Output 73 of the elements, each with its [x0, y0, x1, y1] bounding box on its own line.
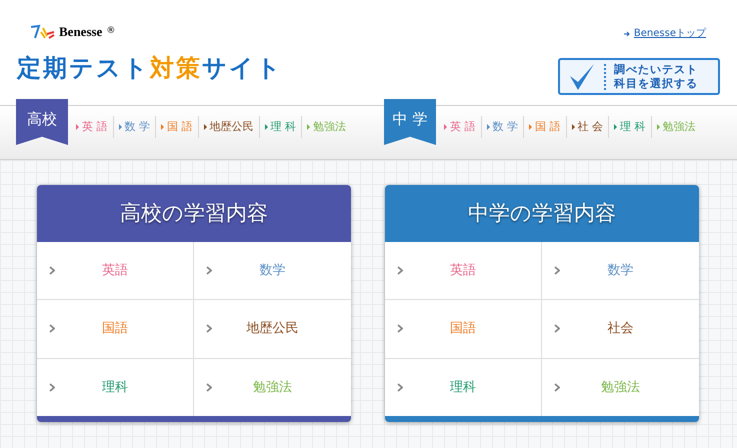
nav-link[interactable]: 英 語: [71, 116, 112, 138]
logo-icon: [29, 24, 55, 40]
caret-icon: [204, 124, 206, 130]
site-title: 定期テスト 対策サイト: [17, 56, 283, 80]
subject-label: 数学: [258, 262, 286, 280]
card-title: 高校の学習内容: [120, 200, 268, 227]
chevron-icon: [397, 382, 403, 392]
subject-link[interactable]: 国語: [385, 300, 542, 359]
subject-label: 勉強法: [600, 378, 641, 397]
nav-link[interactable]: 地歴公民: [198, 116, 258, 138]
button-label: 調べたいテスト: [614, 62, 698, 76]
subject-label: 英語: [101, 262, 129, 280]
subject-label: 国語: [101, 320, 129, 338]
nav-link[interactable]: 数 学: [480, 116, 523, 138]
school-tab[interactable]: 高校: [16, 99, 68, 145]
subject-link[interactable]: 数学: [542, 242, 699, 300]
registered-mark: ®: [106, 25, 116, 38]
subject-link[interactable]: 理科: [385, 358, 542, 416]
caret-icon: [76, 124, 79, 130]
chevron-icon: [49, 266, 55, 276]
caret-icon: [161, 124, 164, 130]
chevron-icon: [554, 324, 560, 334]
subject-link[interactable]: 理科: [37, 358, 194, 416]
nav-link[interactable]: 勉強法: [301, 116, 351, 138]
subject-label: 社会: [606, 320, 634, 338]
subject-link[interactable]: 勉強法: [542, 358, 699, 416]
nav-link[interactable]: 国 語: [155, 116, 198, 138]
caret-icon: [572, 124, 574, 130]
caret-icon: [118, 124, 122, 130]
subject-label: 理科: [449, 378, 477, 397]
subject-link[interactable]: 国語: [37, 300, 194, 359]
chevron-icon: [206, 382, 212, 392]
subject-link[interactable]: 英語: [37, 242, 194, 300]
nav-link[interactable]: 理 科: [258, 116, 301, 138]
subject-label: 数学: [606, 262, 634, 280]
subject-label: 理科: [101, 378, 129, 397]
school-tab[interactable]: 中 学: [384, 99, 436, 145]
logo-text: Benesse: [59, 23, 102, 41]
chevron-icon: [49, 324, 55, 334]
caret-icon: [486, 124, 490, 130]
subject-label: 勉強法: [252, 378, 293, 397]
chevron-icon: [206, 266, 212, 276]
subject-link[interactable]: 勉強法: [194, 358, 351, 416]
caret-icon: [444, 124, 447, 130]
chevron-icon: [397, 266, 403, 276]
nav-link[interactable]: 理 科: [608, 116, 650, 138]
card-title: 中学の学習内容: [468, 200, 616, 227]
caret-icon: [614, 124, 617, 130]
chevron-icon: [397, 324, 403, 334]
subject-label: 国語: [449, 320, 477, 338]
nav-link[interactable]: 数 学: [112, 116, 155, 138]
subject-link[interactable]: 数学: [194, 242, 351, 300]
caret-icon: [529, 124, 532, 130]
nav-link[interactable]: 社 会: [566, 116, 608, 138]
top-link[interactable]: Benesseトップ: [624, 26, 706, 41]
subject-link[interactable]: 社会: [542, 300, 699, 359]
chevron-icon: [554, 266, 560, 276]
button-label: 科目を選択する: [614, 76, 698, 90]
caret-icon: [264, 124, 268, 130]
subject-label: 英語: [449, 262, 477, 280]
chevron-icon: [206, 324, 212, 334]
nav-link[interactable]: 英 語: [439, 116, 480, 138]
nav-link[interactable]: 勉強法: [650, 116, 700, 138]
chevron-icon: [554, 382, 560, 392]
nav-link[interactable]: 国 語: [523, 116, 566, 138]
subject-link[interactable]: 地歴公民: [194, 300, 351, 359]
caret-icon: [656, 124, 660, 130]
subject-link[interactable]: 英語: [385, 242, 542, 300]
arrow-icon: [624, 30, 630, 36]
caret-icon: [307, 124, 310, 130]
chevron-icon: [49, 382, 55, 392]
subject-label: 地歴公民: [246, 320, 300, 338]
select-subject-button[interactable]: 調べたいテスト 科目を選択する: [558, 58, 720, 95]
